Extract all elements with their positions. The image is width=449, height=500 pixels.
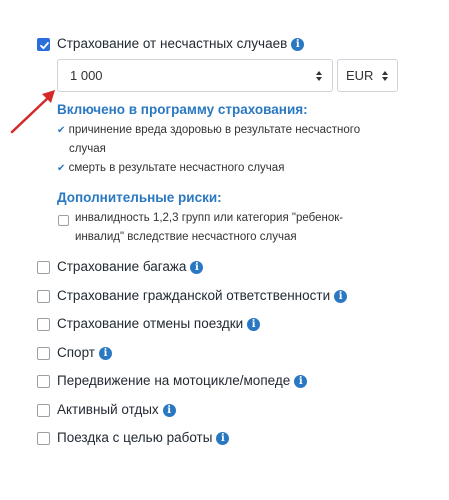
disability-label-line2: инвалид" вследствие несчастного случая [75, 231, 297, 243]
included-item-text: случая [69, 143, 106, 155]
info-icon[interactable]: i [216, 432, 230, 445]
additional-risks-title: Дополнительные риски: [57, 190, 222, 205]
option-trip-cancellation[interactable]: Страхование отмены поездки i [57, 316, 261, 331]
option-baggage[interactable]: Страхование багажа i [57, 259, 204, 274]
option-motorcycle[interactable]: Передвижение на мотоцикле/мопеде i [57, 373, 308, 388]
included-item: ✔ причинение вреда здоровью в результате… [57, 121, 407, 159]
included-item-text: причинение вреда здоровью в результате н… [68, 124, 361, 136]
currency-select[interactable]: EUR [337, 59, 398, 92]
option-label: Страхование гражданской ответственности [57, 288, 331, 303]
accident-insurance-option[interactable]: Страхование от несчастных случаев i [57, 36, 305, 51]
red-arrow-icon [10, 90, 55, 134]
check-icon: ✔ [57, 125, 66, 136]
baggage-checkbox[interactable] [37, 261, 50, 274]
option-label: Активный отдых [57, 402, 159, 417]
disability-checkbox[interactable] [58, 215, 69, 226]
included-title: Включено в программу страхования: [57, 102, 308, 117]
sport-checkbox[interactable] [37, 347, 50, 360]
disability-option[interactable]: инвалидность 1,2,3 групп или категория "… [75, 209, 425, 247]
option-label: Страхование багажа [57, 259, 187, 274]
disability-label-line1: инвалидность 1,2,3 групп или категория "… [75, 212, 344, 224]
updown-arrows-icon[interactable] [315, 70, 323, 82]
amount-input[interactable]: 1 000 [57, 59, 333, 92]
accident-insurance-checkbox[interactable] [37, 38, 50, 51]
accident-insurance-label: Страхование от несчастных случаев [57, 36, 288, 51]
info-icon[interactable]: i [98, 347, 112, 360]
updown-arrows-icon [382, 71, 388, 81]
check-icon [40, 42, 49, 50]
info-icon[interactable]: i [291, 38, 305, 51]
check-icon: ✔ [57, 163, 66, 174]
option-label: Спорт [57, 345, 95, 360]
option-liability[interactable]: Страхование гражданской ответственности i [57, 288, 348, 303]
option-active-leisure[interactable]: Активный отдых i [57, 402, 176, 417]
info-icon[interactable]: i [294, 375, 308, 388]
info-icon[interactable]: i [334, 290, 348, 303]
work-trip-checkbox[interactable] [37, 432, 50, 445]
trip-cancellation-checkbox[interactable] [37, 318, 50, 331]
option-sport[interactable]: Спорт i [57, 345, 112, 360]
liability-checkbox[interactable] [37, 290, 50, 303]
option-label: Передвижение на мотоцикле/мопеде [57, 373, 291, 388]
active-leisure-checkbox[interactable] [37, 404, 50, 417]
info-icon[interactable]: i [162, 404, 176, 417]
info-icon[interactable]: i [247, 318, 261, 331]
info-icon[interactable]: i [190, 261, 204, 274]
option-work-trip[interactable]: Поездка с целью работы i [57, 430, 230, 445]
currency-value: EUR [346, 68, 374, 83]
option-label: Поездка с целью работы [57, 430, 213, 445]
included-item: ✔ смерть в результате несчастного случая [57, 159, 407, 178]
amount-value: 1 000 [70, 68, 103, 83]
motorcycle-checkbox[interactable] [37, 375, 50, 388]
included-item-text: смерть в результате несчастного случая [68, 162, 285, 174]
option-label: Страхование отмены поездки [57, 316, 244, 331]
